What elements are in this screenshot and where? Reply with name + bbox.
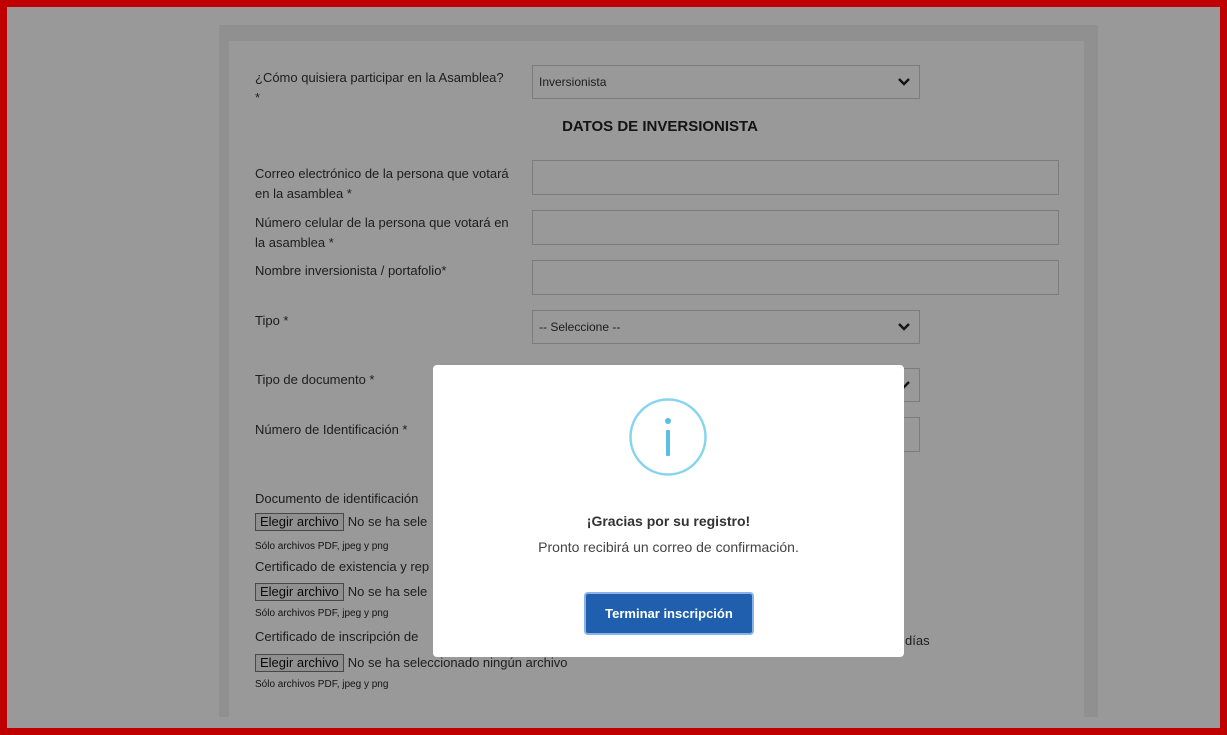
finish-registration-button[interactable]: Terminar inscripción (584, 592, 754, 635)
info-icon (629, 398, 707, 476)
confirmation-dialog: ¡Gracias por su registro! Pronto recibir… (433, 365, 904, 657)
dialog-message: Pronto recibirá un correo de confirmació… (538, 539, 799, 555)
dialog-title: ¡Gracias por su registro! (586, 513, 751, 529)
